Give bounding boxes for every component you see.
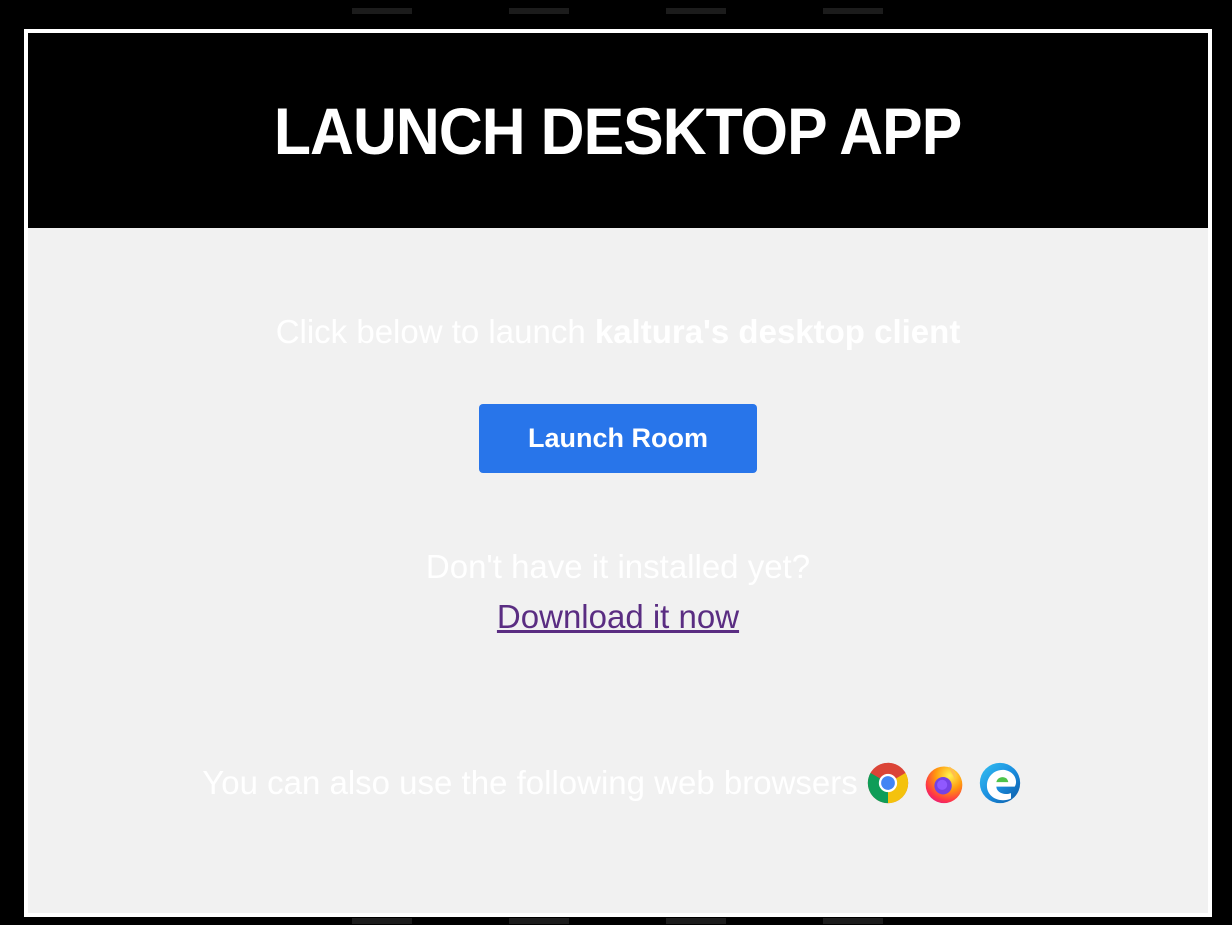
- launch-room-button[interactable]: Launch Room: [479, 404, 757, 473]
- launch-prefix: Click below to launch: [275, 313, 595, 350]
- page-title: LAUNCH DESKTOP APP: [274, 93, 962, 168]
- background-stripe: [666, 918, 726, 924]
- download-link[interactable]: Download it now: [497, 598, 739, 635]
- download-link-container: Download it now: [28, 598, 1208, 636]
- background-stripe: [666, 8, 726, 14]
- background-stripe: [823, 918, 883, 924]
- firefox-icon[interactable]: [922, 761, 966, 805]
- background-stripe: [823, 8, 883, 14]
- client-name: kaltura's desktop client: [594, 313, 961, 350]
- background-stripe: [352, 918, 412, 924]
- edge-icon[interactable]: [978, 761, 1022, 805]
- browsers-text: You can also use the following web brows…: [202, 764, 858, 801]
- background-stripe: [509, 918, 569, 924]
- background-stripe: [352, 8, 412, 14]
- install-question: Don't have it installed yet?: [425, 548, 811, 585]
- chrome-icon[interactable]: [866, 761, 910, 805]
- background-stripe: [509, 8, 569, 14]
- browsers-row: You can also use the following web brows…: [28, 761, 1208, 805]
- page-header: LAUNCH DESKTOP APP: [28, 33, 1208, 228]
- browser-icons: [866, 761, 1034, 805]
- launch-panel: LAUNCH DESKTOP APP Click below to launch…: [24, 29, 1212, 917]
- launch-instructions: Click below to launch kaltura's desktop …: [28, 313, 1208, 351]
